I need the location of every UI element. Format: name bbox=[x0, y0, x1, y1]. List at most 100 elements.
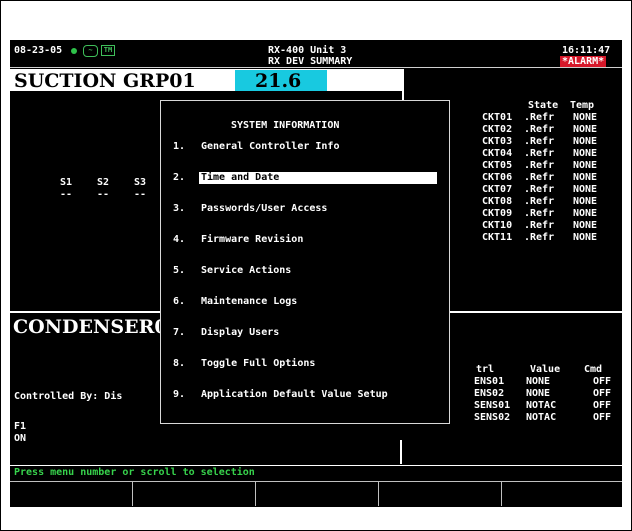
menu-item-6[interactable]: 6. Maintenance Logs bbox=[161, 296, 447, 310]
softkey-5[interactable] bbox=[502, 481, 622, 506]
suction-value: 21.6 bbox=[255, 70, 302, 92]
softkey-4[interactable] bbox=[379, 481, 502, 506]
circuit-name: CKT02 bbox=[482, 124, 513, 135]
menu-item-2[interactable]: 2. Time and Date bbox=[161, 172, 447, 186]
circuit-name: CKT03 bbox=[482, 136, 513, 147]
menu-item-label: Application Default Value Setup bbox=[201, 389, 388, 400]
sensor-cmd: OFF bbox=[593, 400, 612, 411]
suction-title: SUCTION GRP01 bbox=[14, 70, 196, 92]
fan-f1-label: F1 bbox=[14, 421, 27, 432]
circuit-state: .Refr bbox=[524, 136, 555, 147]
menu-item-1[interactable]: 1. General Controller Info bbox=[161, 141, 447, 155]
circuit-state: .Refr bbox=[524, 112, 555, 123]
menu-item-number: 3. bbox=[173, 203, 186, 214]
menu-item-number: 1. bbox=[173, 141, 186, 152]
sensor-value: NONE bbox=[526, 388, 551, 399]
menu-item-number: 8. bbox=[173, 358, 186, 369]
status-divider bbox=[10, 465, 622, 466]
menu-item-label: Service Actions bbox=[201, 265, 292, 276]
fan-f1-state: ON bbox=[14, 433, 27, 444]
menu-title: SYSTEM INFORMATION bbox=[231, 120, 340, 131]
circuit-state: .Refr bbox=[524, 208, 555, 219]
softkey-bar bbox=[10, 481, 622, 507]
menu-item-number: 7. bbox=[173, 327, 186, 338]
controller-screen: 08-23-05 ~ TM RX-400 Unit 3 RX DEV SUMMA… bbox=[10, 40, 622, 507]
menu-item-label: Toggle Full Options bbox=[201, 358, 316, 369]
sensor-name: ENS01 bbox=[474, 376, 505, 387]
circuit-name: CKT06 bbox=[482, 172, 513, 183]
tm-icon: TM bbox=[101, 45, 115, 56]
circuit-name: CKT07 bbox=[482, 184, 513, 195]
circuit-header-temp: Temp bbox=[570, 100, 595, 111]
menu-item-number: 5. bbox=[173, 265, 186, 276]
menu-item-7[interactable]: 7. Display Users bbox=[161, 327, 447, 341]
circuit-temp: NONE bbox=[573, 172, 598, 183]
circuit-temp: NONE bbox=[573, 160, 598, 171]
circuit-name: CKT11 bbox=[482, 232, 513, 243]
circuit-name: CKT09 bbox=[482, 208, 513, 219]
circuit-temp: NONE bbox=[573, 184, 598, 195]
system-information-menu: SYSTEM INFORMATION 1. General Controller … bbox=[160, 100, 450, 424]
circuit-temp: NONE bbox=[573, 232, 598, 243]
status-dot-icon bbox=[71, 48, 77, 54]
menu-item-8[interactable]: 8. Toggle Full Options bbox=[161, 358, 447, 372]
sensor-name: SENS02 bbox=[474, 412, 511, 423]
suction-val-s3: -- bbox=[134, 189, 147, 200]
menu-item-label: Time and Date bbox=[199, 172, 437, 184]
circuit-temp: NONE bbox=[573, 148, 598, 159]
suction-value-box: 21.6 bbox=[235, 70, 327, 92]
sensor-value: NOTAC bbox=[526, 412, 557, 423]
status-message: Press menu number or scroll to selection bbox=[14, 467, 255, 478]
header-divider bbox=[10, 67, 622, 68]
menu-item-4[interactable]: 4. Firmware Revision bbox=[161, 234, 447, 248]
circuit-header-state: State bbox=[528, 100, 559, 111]
menu-item-number: 6. bbox=[173, 296, 186, 307]
softkey-3[interactable] bbox=[256, 481, 379, 506]
sensor-cmd: OFF bbox=[593, 412, 612, 423]
circuit-state: .Refr bbox=[524, 232, 555, 243]
circuit-name: CKT01 bbox=[482, 112, 513, 123]
sensor-value: NOTAC bbox=[526, 400, 557, 411]
network-icon: ~ bbox=[83, 45, 98, 57]
circuit-temp: NONE bbox=[573, 208, 598, 219]
circuit-state: .Refr bbox=[524, 160, 555, 171]
circuit-state: .Refr bbox=[524, 196, 555, 207]
circuit-temp: NONE bbox=[573, 220, 598, 231]
controlled-by-label: Controlled By: Dis bbox=[14, 391, 123, 402]
circuit-name: CKT05 bbox=[482, 160, 513, 171]
menu-item-5[interactable]: 5. Service Actions bbox=[161, 265, 447, 279]
menu-item-label: Passwords/User Access bbox=[201, 203, 328, 214]
sensor-name: ENS02 bbox=[474, 388, 505, 399]
menu-item-label: General Controller Info bbox=[201, 141, 340, 152]
suction-col-s1: S1 bbox=[60, 177, 73, 188]
sensor-cmd: OFF bbox=[593, 388, 612, 399]
menu-item-number: 2. bbox=[173, 172, 186, 183]
sensor-name: SENS01 bbox=[474, 400, 511, 411]
softkey-1[interactable] bbox=[10, 481, 133, 506]
circuit-name: CKT10 bbox=[482, 220, 513, 231]
sensor-header-name: trl bbox=[476, 364, 495, 375]
circuit-temp: NONE bbox=[573, 196, 598, 207]
suction-val-s1: -- bbox=[60, 189, 73, 200]
sensor-value: NONE bbox=[526, 376, 551, 387]
circuit-state: .Refr bbox=[524, 184, 555, 195]
header-date: 08-23-05 bbox=[14, 45, 63, 56]
suction-col-s2: S2 bbox=[97, 177, 110, 188]
circuit-temp: NONE bbox=[573, 136, 598, 147]
suction-val-s2: -- bbox=[97, 189, 110, 200]
suction-col-s3: S3 bbox=[134, 177, 147, 188]
menu-item-label: Display Users bbox=[201, 327, 280, 338]
condenser-divider bbox=[400, 440, 402, 464]
circuit-state: .Refr bbox=[524, 172, 555, 183]
sensor-cmd: OFF bbox=[593, 376, 612, 387]
menu-item-3[interactable]: 3. Passwords/User Access bbox=[161, 203, 447, 217]
sensor-header-cmd: Cmd bbox=[584, 364, 603, 375]
circuit-state: .Refr bbox=[524, 124, 555, 135]
circuit-name: CKT04 bbox=[482, 148, 513, 159]
circuit-temp: NONE bbox=[573, 112, 598, 123]
condenser-title: CONDENSER01 bbox=[13, 316, 181, 338]
menu-item-number: 9. bbox=[173, 389, 186, 400]
circuit-state: .Refr bbox=[524, 220, 555, 231]
menu-item-9[interactable]: 9. Application Default Value Setup bbox=[161, 389, 447, 403]
softkey-2[interactable] bbox=[133, 481, 256, 506]
